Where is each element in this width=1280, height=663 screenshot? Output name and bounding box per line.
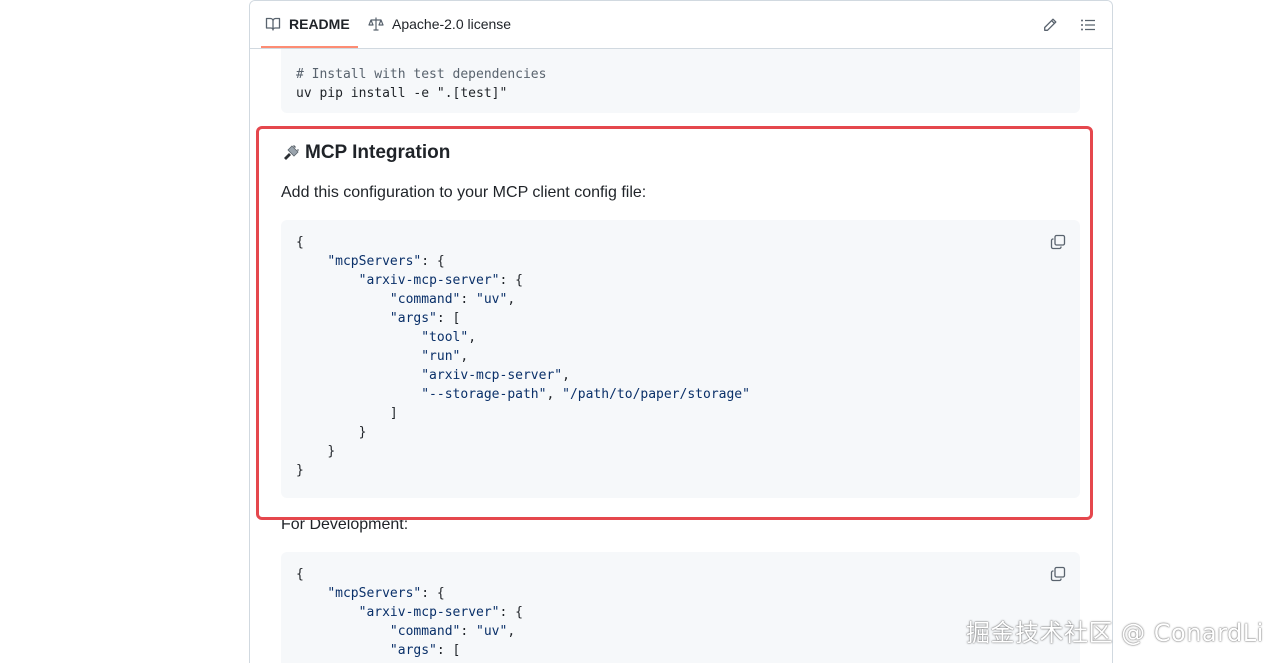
- code-value: "--storage-path": [421, 387, 547, 402]
- copy-button[interactable]: [1048, 232, 1068, 252]
- scale-icon: [368, 17, 384, 31]
- code-key: "command": [389, 292, 461, 307]
- install-command: uv pip install -e ".[test]": [296, 86, 508, 101]
- copy-icon: [1050, 566, 1066, 582]
- code-key: "command": [389, 624, 461, 639]
- watermark: 掘金技术社区 @ ConardLi: [966, 619, 1264, 647]
- tab-readme[interactable]: README: [261, 1, 358, 48]
- code-key: "arxiv-mcp-server": [358, 273, 500, 288]
- readme-panel: README Apache-2.0 license # Install with…: [249, 0, 1113, 663]
- code-key: "args": [389, 311, 437, 326]
- code-key: "args": [389, 643, 437, 658]
- mcp-heading-text: MCP Integration: [305, 142, 451, 163]
- copy-icon: [1050, 234, 1066, 250]
- code-line: {: [296, 567, 304, 582]
- plug-icon: [281, 143, 301, 163]
- book-icon: [265, 17, 281, 31]
- dev-config-code-block: { "mcpServers": { "arxiv-mcp-server": { …: [281, 552, 1080, 663]
- code-line: {: [296, 235, 304, 250]
- mcp-description: Add this configuration to your MCP clien…: [281, 184, 647, 201]
- pencil-icon: [1044, 18, 1057, 31]
- code-value: "run": [421, 349, 461, 364]
- code-line: }: [327, 444, 336, 459]
- code-comment: # Install with test dependencies: [296, 67, 547, 82]
- tab-license-label: Apache-2.0 license: [392, 16, 512, 32]
- list-icon: [1081, 19, 1095, 31]
- copy-button[interactable]: [1048, 564, 1068, 584]
- code-key: "mcpServers": [327, 586, 422, 601]
- code-line: }: [358, 425, 367, 440]
- install-code-block: # Install with test dependencies uv pip …: [281, 49, 1080, 113]
- code-value: "uv": [476, 292, 508, 307]
- code-value: "tool": [421, 330, 469, 345]
- code-key: "mcpServers": [327, 254, 422, 269]
- readme-tab-bar: README Apache-2.0 license: [250, 1, 1112, 49]
- code-line: }: [296, 463, 304, 478]
- tab-readme-label: README: [289, 16, 350, 32]
- development-label: For Development:: [281, 516, 409, 533]
- code-line: ]: [389, 406, 398, 421]
- code-value: "/path/to/paper/storage": [562, 387, 750, 402]
- mcp-config-code-block: { "mcpServers": { "arxiv-mcp-server": { …: [281, 220, 1080, 498]
- tab-license[interactable]: Apache-2.0 license: [368, 1, 511, 47]
- mcp-integration-heading: MCP Integration: [281, 142, 450, 164]
- code-value: "uv": [476, 624, 508, 639]
- code-value: "arxiv-mcp-server": [421, 368, 563, 383]
- edit-file-button[interactable]: [1039, 14, 1061, 36]
- outline-button[interactable]: [1077, 14, 1099, 36]
- code-key: "arxiv-mcp-server": [358, 605, 500, 620]
